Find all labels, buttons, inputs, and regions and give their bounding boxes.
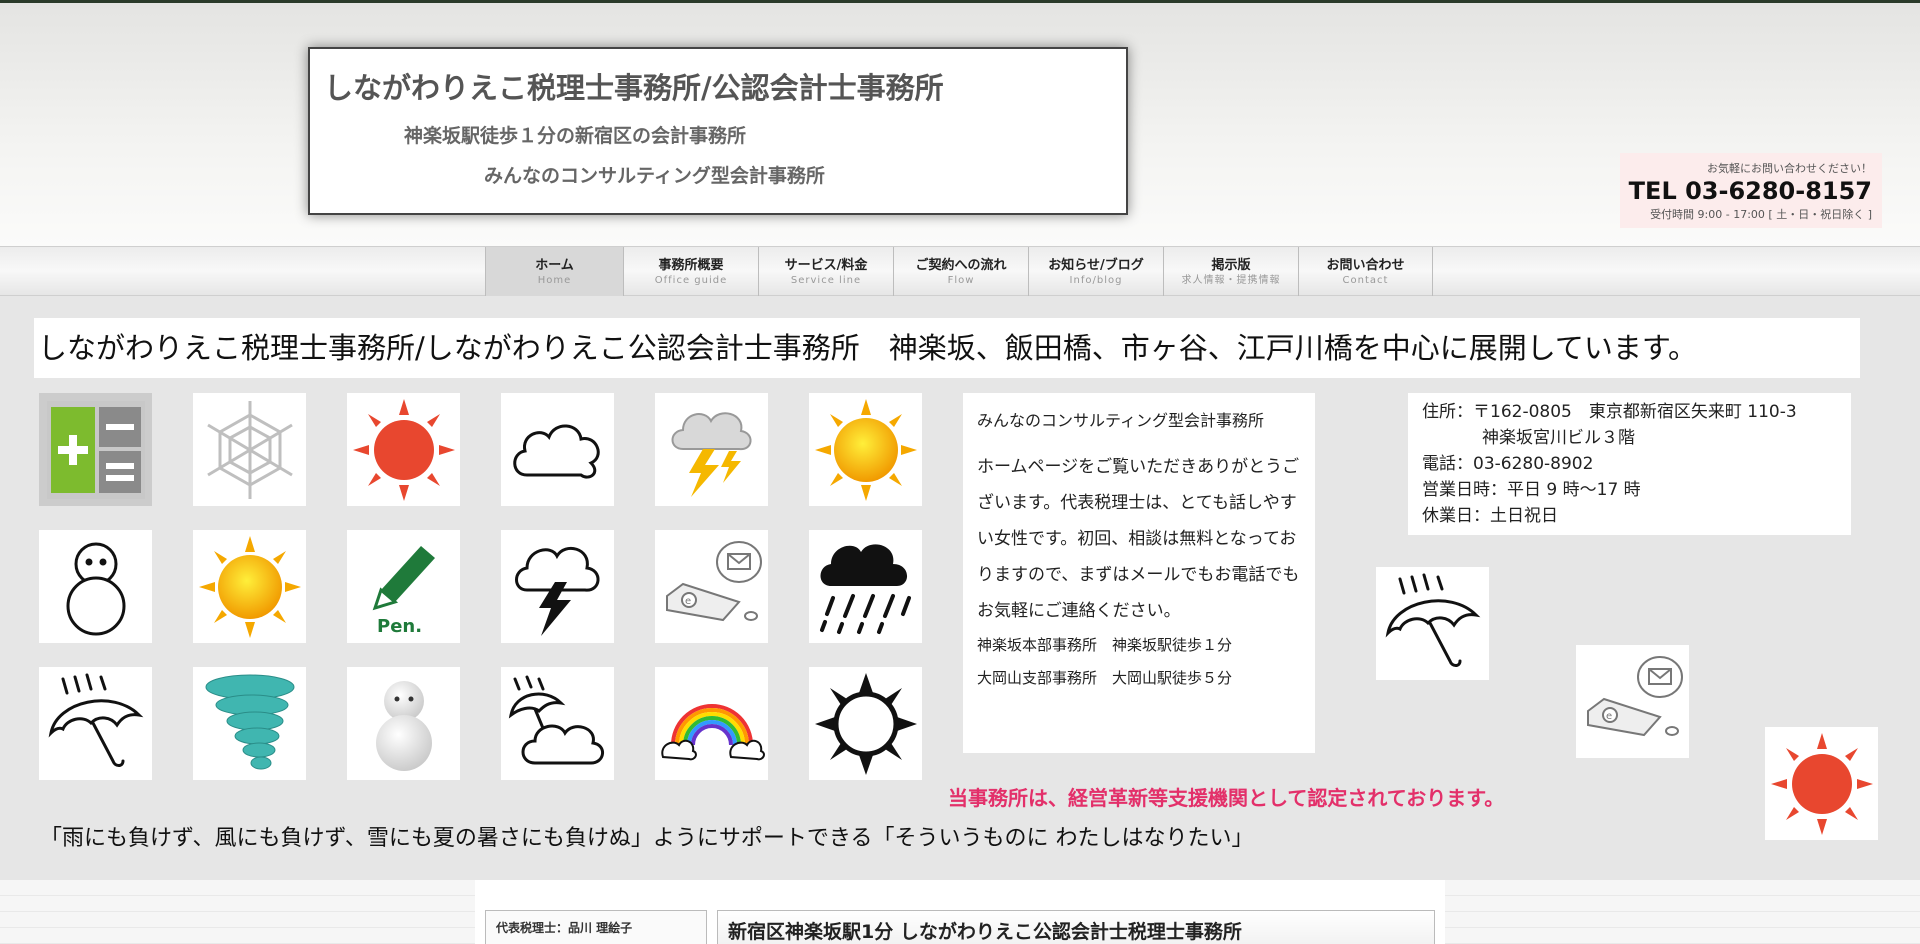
nav-sublabel: Service line xyxy=(790,274,862,286)
computer-mail-icon: e xyxy=(655,530,768,643)
title-box: しながわりえこ税理士事務所/公認会計士事務所 神楽坂駅徒歩１分の新宿区の会計事務… xyxy=(308,47,1128,215)
nav-label: お知らせ/ブログ xyxy=(1048,257,1144,273)
contact-phone-number[interactable]: TEL 03-6280-8157 xyxy=(1620,176,1872,206)
snowman-outline-icon xyxy=(39,530,152,643)
red-sun-icon xyxy=(347,393,460,506)
snowman-icon xyxy=(347,667,460,780)
sidebar-profile-title: 代表税理士：品川 理絵子 xyxy=(496,921,633,935)
black-sun-icon xyxy=(809,667,922,780)
office-ookayama: 大岡山支部事務所 大岡山駅徒歩５分 xyxy=(977,669,1233,687)
calculator-icon xyxy=(39,393,152,506)
sidebar-profile-box: 代表税理士：品川 理絵子 xyxy=(485,910,707,944)
nav-label: サービス/料金 xyxy=(784,257,868,273)
cloud-icon xyxy=(501,393,614,506)
contact-lead: お気軽にお問い合わせください！ xyxy=(1707,162,1872,175)
nav-info-blog[interactable]: お知らせ/ブログ Info/blog xyxy=(1028,247,1163,296)
address-building: 神楽坂宮川ビル３階 xyxy=(1482,428,1635,448)
contact-hours: 受付時間 9:00 - 17:00 [ 土・日・祝日除く ] xyxy=(1650,208,1872,221)
computer-letter: e xyxy=(685,596,691,607)
nav-sublabel: Info/blog xyxy=(1069,274,1123,286)
nav-label: 事務所概要 xyxy=(658,257,724,273)
tornado-icon xyxy=(193,667,306,780)
greeting-title: みんなのコンサルティング型会計事務所 xyxy=(977,411,1265,430)
greeting-body: ホームページをご覧いただきありがとうございます。代表税理士は、とても話しやすい女… xyxy=(977,457,1300,621)
certified-notice: 当事務所は、経営革新等支援機関として認定されております。 xyxy=(948,786,1505,810)
nav-sublabel: Contact xyxy=(1342,274,1389,286)
nav-sublabel: Home xyxy=(537,274,572,286)
tagline-location: 神楽坂駅徒歩１分の新宿区の会計事務所 xyxy=(404,125,747,147)
nav-service[interactable]: サービス/料金 Service line xyxy=(758,247,893,296)
nav-home[interactable]: ホーム Home xyxy=(485,247,623,296)
rainbow-icon xyxy=(655,667,768,780)
address-business-hours: 営業日時：平日 9 時〜17 時 xyxy=(1422,480,1641,500)
motto-quote: 「雨にも負けず、風にも負けず、雪にも夏の暑さにも負けぬ」ようにサポートできる「そ… xyxy=(40,826,1254,851)
red-sun-icon xyxy=(1765,727,1878,840)
sun-icon xyxy=(809,393,922,506)
umbrella-rain-icon xyxy=(1376,567,1489,680)
thunder-cloud-icon xyxy=(655,393,768,506)
address-postal: 住所：〒162-0805 東京都新宿区矢来町 110-3 xyxy=(1422,402,1797,422)
nav-label: ご契約への流れ xyxy=(915,257,1007,273)
nav-office-guide[interactable]: 事務所概要 Office guide xyxy=(623,247,758,296)
computer-mail-icon: e xyxy=(1576,645,1689,758)
snowflake-icon xyxy=(193,393,306,506)
main-heading: 新宿区神楽坂駅1分 しながわりえこ公認会計士税理士事務所 xyxy=(728,921,1242,943)
pen-label: Pen. xyxy=(377,616,422,637)
nav-contact[interactable]: お問い合わせ Contact xyxy=(1298,247,1433,296)
site-header: しながわりえこ税理士事務所/公認会計士事務所 神楽坂駅徒歩１分の新宿区の会計事務… xyxy=(0,3,1920,246)
sun-icon xyxy=(193,530,306,643)
content-area: 代表税理士：品川 理絵子 新宿区神楽坂駅1分 しながわりえこ公認会計士税理士事務… xyxy=(0,880,1920,944)
address-box: 住所：〒162-0805 東京都新宿区矢来町 110-3 神楽坂宮川ビル３階 電… xyxy=(1408,393,1851,535)
nav-sublabel: Flow xyxy=(947,274,975,286)
thunderstorm-icon xyxy=(501,530,614,643)
rain-cloud-icon xyxy=(501,667,614,780)
tagline-consulting: みんなのコンサルティング型会計事務所 xyxy=(484,165,825,187)
nav-board[interactable]: 掲示版 求人情報・提携情報 xyxy=(1163,247,1298,296)
heavy-rain-icon xyxy=(809,530,922,643)
site-title[interactable]: しながわりえこ税理士事務所/公認会計士事務所 xyxy=(324,65,944,107)
address-closed-days: 休業日：土日祝日 xyxy=(1422,506,1558,526)
main-heading-box: 新宿区神楽坂駅1分 しながわりえこ公認会計士税理士事務所 xyxy=(717,910,1435,944)
nav-label: ホーム xyxy=(535,257,574,273)
greeting-box: みんなのコンサルティング型会計事務所 ホームページをご覧いただきありがとうござい… xyxy=(963,393,1315,753)
address-phone[interactable]: 電話：03-6280-8902 xyxy=(1422,451,1837,477)
banner-text: しながわりえこ税理士事務所/しながわりえこ公認会計士事務所 神楽坂、飯田橋、市ヶ… xyxy=(38,331,1698,365)
content-column: 代表税理士：品川 理絵子 新宿区神楽坂駅1分 しながわりえこ公認会計士税理士事務… xyxy=(475,880,1445,944)
nav-flow[interactable]: ご契約への流れ Flow xyxy=(893,247,1028,296)
office-kagurazaka: 神楽坂本部事務所 神楽坂駅徒歩１分 xyxy=(977,636,1233,654)
header-contact-box: お気軽にお問い合わせください！ TEL 03-6280-8157 受付時間 9:… xyxy=(1620,153,1882,228)
nav-label: 掲示版 xyxy=(1211,257,1251,273)
nav-sublabel: Office guide xyxy=(654,274,728,286)
nav-sublabel: 求人情報・提携情報 xyxy=(1181,274,1281,286)
umbrella-rain-icon xyxy=(39,667,152,780)
computer-letter: e xyxy=(1606,711,1612,722)
pen-icon: Pen. xyxy=(347,530,460,643)
global-nav-bar: ホーム Home 事務所概要 Office guide サービス/料金 Serv… xyxy=(0,246,1920,296)
global-nav: ホーム Home 事務所概要 Office guide サービス/料金 Serv… xyxy=(485,247,1433,296)
nav-label: お問い合わせ xyxy=(1326,257,1405,273)
banner: しながわりえこ税理士事務所/しながわりえこ公認会計士事務所 神楽坂、飯田橋、市ヶ… xyxy=(34,318,1860,378)
